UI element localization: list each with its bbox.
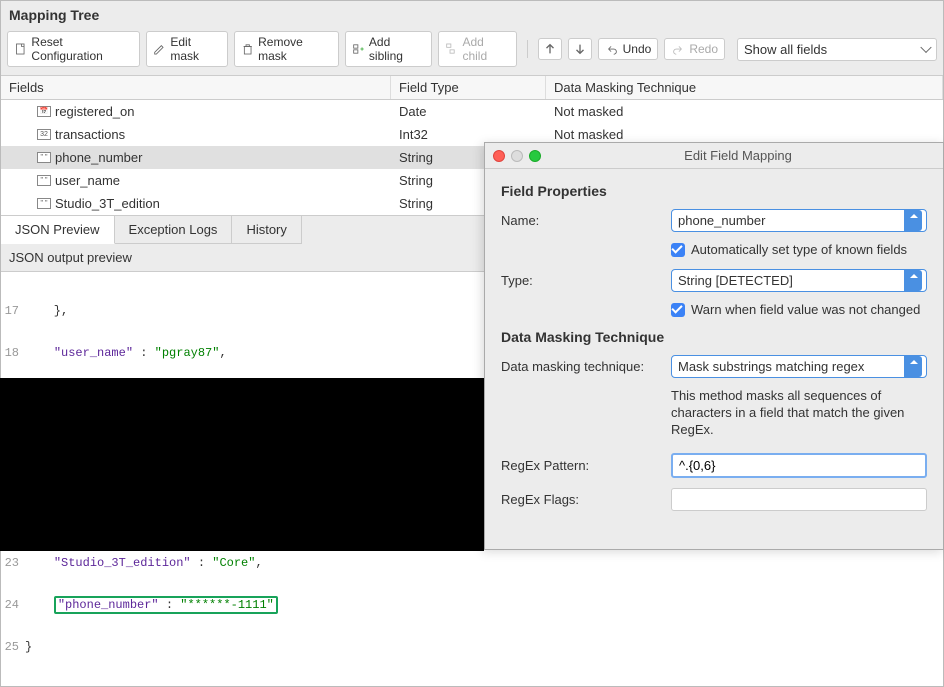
technique-select[interactable]: Mask substrings matching regex <box>671 355 927 378</box>
add-sibling-icon <box>352 42 365 56</box>
col-mask[interactable]: Data Masking Technique <box>546 76 943 99</box>
warn-checkbox[interactable] <box>671 303 685 317</box>
name-select[interactable]: phone_number <box>671 209 927 232</box>
redo-icon <box>671 42 685 56</box>
regex-pattern-input[interactable] <box>671 453 927 478</box>
regex-flags-label: RegEx Flags: <box>501 492 671 507</box>
date-field-icon: 📅 <box>37 106 51 117</box>
technique-label: Data masking technique: <box>501 359 671 374</box>
regex-flags-input[interactable] <box>671 488 927 511</box>
regex-pattern-label: RegEx Pattern: <box>501 458 671 473</box>
pencil-icon <box>153 42 166 56</box>
trash-icon <box>241 42 254 56</box>
zoom-icon[interactable] <box>529 150 541 162</box>
string-field-icon: " " <box>37 175 51 186</box>
undo-button[interactable]: Undo <box>598 38 659 60</box>
move-down-button[interactable] <box>568 38 592 60</box>
table-row[interactable]: 📅registered_on Date Not masked <box>1 100 943 123</box>
panel-title: Mapping Tree <box>1 1 943 27</box>
minimize-icon <box>511 150 523 162</box>
col-fields[interactable]: Fields <box>1 76 391 99</box>
add-child-icon <box>445 42 458 56</box>
string-field-icon: " " <box>37 152 51 163</box>
move-up-button[interactable] <box>538 38 562 60</box>
column-headers: Fields Field Type Data Masking Technique <box>1 75 943 100</box>
type-select[interactable]: String [DETECTED] <box>671 269 927 292</box>
section-masking-technique: Data Masking Technique <box>501 329 927 345</box>
arrow-up-icon <box>543 42 557 56</box>
tab-exception-logs[interactable]: Exception Logs <box>115 216 233 244</box>
remove-mask-button[interactable]: Remove mask <box>234 31 339 67</box>
add-sibling-button[interactable]: Add sibling <box>345 31 433 67</box>
arrow-down-icon <box>573 42 587 56</box>
dialog-title: Edit Field Mapping <box>541 148 935 163</box>
tab-json-preview[interactable]: JSON Preview <box>1 216 115 244</box>
int-field-icon: 32 <box>37 129 51 140</box>
toolbar: Reset Configuration Edit mask Remove mas… <box>1 27 943 75</box>
reset-config-button[interactable]: Reset Configuration <box>7 31 140 67</box>
auto-type-checkbox[interactable] <box>671 243 685 257</box>
field-filter-dropdown[interactable]: Show all fields <box>737 38 937 61</box>
string-field-icon: " " <box>37 198 51 209</box>
warn-label: Warn when field value was not changed <box>691 302 920 317</box>
edit-field-mapping-dialog: Edit Field Mapping Field Properties Name… <box>484 142 944 550</box>
add-child-button: Add child <box>438 31 517 67</box>
name-label: Name: <box>501 213 671 228</box>
document-icon <box>14 42 27 56</box>
redo-button: Redo <box>664 38 725 60</box>
tab-history[interactable]: History <box>232 216 301 244</box>
edit-mask-button[interactable]: Edit mask <box>146 31 228 67</box>
blackout-area <box>0 378 484 551</box>
type-label: Type: <box>501 273 671 288</box>
highlighted-line: "phone_number" : "******-1111" <box>54 596 278 614</box>
undo-icon <box>605 42 619 56</box>
section-field-properties: Field Properties <box>501 183 927 199</box>
dialog-titlebar[interactable]: Edit Field Mapping <box>485 143 943 169</box>
auto-type-label: Automatically set type of known fields <box>691 242 907 257</box>
technique-help: This method masks all sequences of chara… <box>671 388 927 439</box>
close-icon[interactable] <box>493 150 505 162</box>
col-type[interactable]: Field Type <box>391 76 546 99</box>
